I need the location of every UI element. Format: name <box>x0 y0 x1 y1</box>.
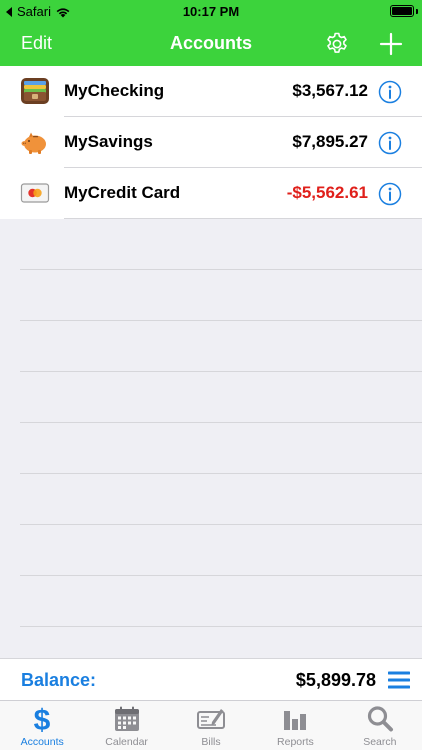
bar-chart-icon <box>284 711 307 730</box>
account-amount: $3,567.12 <box>292 81 368 100</box>
account-row-checking[interactable]: MyChecking $3,567.12 <box>0 66 422 117</box>
empty-row-separator <box>20 626 422 627</box>
empty-row-separator <box>20 473 422 474</box>
tab-accounts[interactable]: $ Accounts <box>0 701 84 750</box>
tab-calendar[interactable]: Calendar <box>84 701 168 750</box>
status-bar: Safari 10:17 PM <box>0 0 422 22</box>
empty-row-separator <box>20 371 422 372</box>
calendar-icon <box>114 706 139 731</box>
account-name: MyChecking <box>64 81 165 100</box>
edit-button[interactable]: Edit <box>21 33 52 54</box>
account-row-savings[interactable]: MySavings $7,895.27 <box>0 117 422 168</box>
row-separator <box>64 218 422 219</box>
empty-row-separator <box>20 575 422 576</box>
account-name: MyCredit Card <box>64 183 181 202</box>
add-account-button[interactable] <box>378 31 404 57</box>
tab-bills[interactable]: Bills <box>169 701 253 750</box>
balance-bar: Balance: $5,899.78 <box>0 658 422 700</box>
wallet-icon <box>21 78 49 104</box>
tab-search[interactable]: Search <box>338 701 422 750</box>
gear-icon[interactable] <box>324 31 350 57</box>
battery-nub <box>416 9 418 14</box>
balance-label: Balance: <box>21 670 97 690</box>
dollar-icon: $ <box>34 704 51 734</box>
menu-icon[interactable] <box>388 669 410 691</box>
battery-icon <box>390 5 414 17</box>
check-icon <box>197 709 226 729</box>
credit-card-icon <box>20 183 50 203</box>
account-row-credit-card[interactable]: MyCredit Card -$5,562.61 <box>0 168 422 219</box>
tab-label: Reports <box>277 736 314 748</box>
tab-label: Calendar <box>105 736 148 748</box>
empty-row-separator <box>20 524 422 525</box>
empty-row-separator <box>20 269 422 270</box>
balance-amount: $5,899.78 <box>295 670 376 690</box>
empty-row-separator <box>20 422 422 423</box>
tab-reports[interactable]: Reports <box>253 701 337 750</box>
account-amount: $7,895.27 <box>292 132 368 151</box>
nav-bar: Edit Accounts <box>0 22 422 66</box>
search-icon <box>367 706 393 732</box>
accounts-list: MyChecking $3,567.12 MySavings $7,895.27 <box>0 66 422 658</box>
empty-row-separator <box>20 320 422 321</box>
info-icon[interactable] <box>378 131 402 155</box>
tab-label: Search <box>363 736 397 748</box>
tab-bar: $ Accounts Calendar Bills Reports Search <box>0 700 422 750</box>
piggy-bank-icon <box>21 132 46 154</box>
status-time: 10:17 PM <box>182 4 240 19</box>
account-name: MySavings <box>64 132 153 151</box>
tab-label: Accounts <box>20 736 64 748</box>
page-title: Accounts <box>169 33 252 53</box>
tab-label: Bills <box>201 736 221 748</box>
svg-text:$: $ <box>34 704 51 734</box>
info-icon[interactable] <box>378 80 402 104</box>
account-amount: -$5,562.61 <box>286 183 368 202</box>
info-icon[interactable] <box>378 182 402 206</box>
